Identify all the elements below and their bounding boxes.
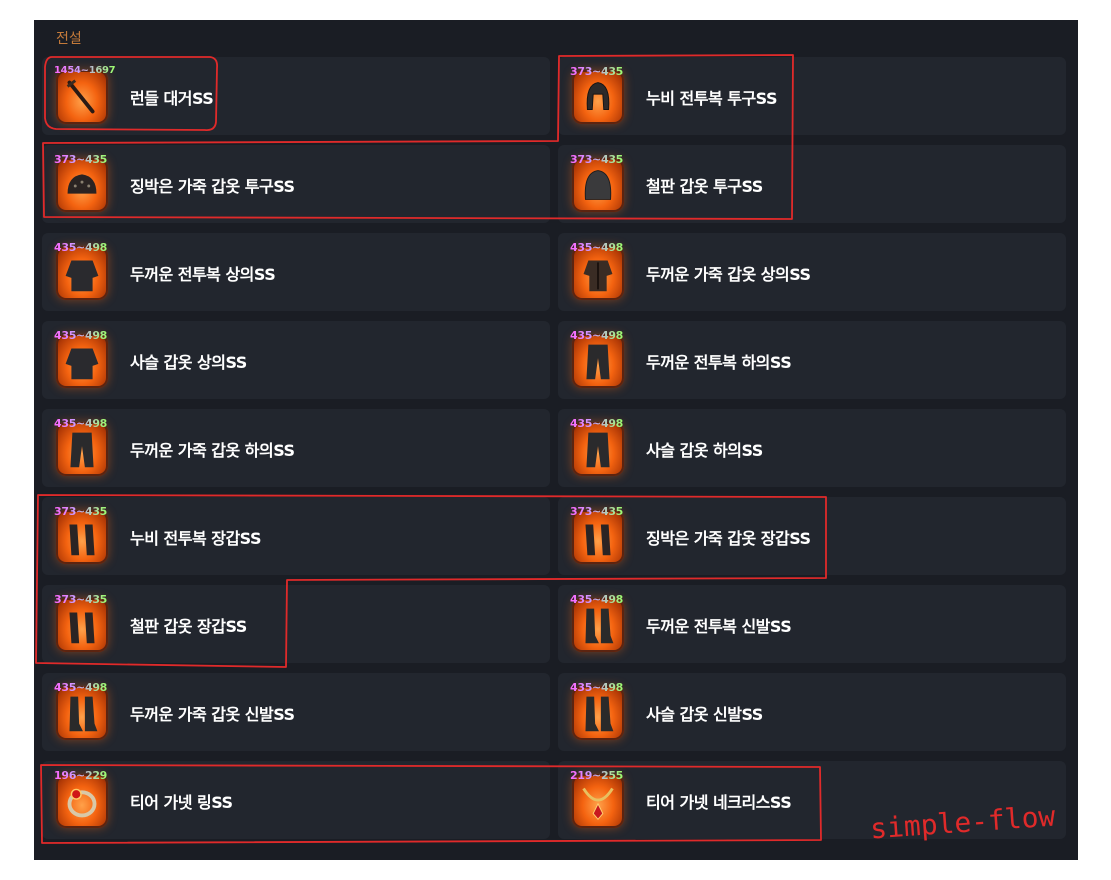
item-card[interactable]: 435~498 사슬 갑옷 신발SS — [558, 673, 1066, 751]
tunic-icon — [56, 246, 108, 300]
item-stat-range: 435~498 — [54, 241, 108, 254]
item-stat-range: 435~498 — [570, 593, 624, 606]
leather-armor-icon — [572, 246, 624, 300]
helmet-icon — [572, 70, 624, 124]
item-name: 징박은 가죽 갑옷 장갑SS — [646, 529, 811, 548]
item-stat-range: 373~435 — [570, 505, 624, 518]
item-name: 두꺼운 가죽 갑옷 신발SS — [130, 705, 295, 724]
studded-gloves-icon — [572, 510, 624, 564]
item-stat-range: 196~229 — [54, 769, 108, 782]
item-name: 누비 전투복 장갑SS — [130, 529, 262, 548]
item-stat-range: 1454~1697 — [54, 65, 116, 76]
item-stat-range: 435~498 — [54, 417, 108, 430]
item-card[interactable]: 373~435 철판 갑옷 투구SS — [558, 145, 1066, 223]
pants-icon — [572, 334, 624, 388]
item-name: 사슬 갑옷 상의SS — [130, 353, 247, 372]
item-card[interactable]: 435~498 두꺼운 전투복 상의SS — [42, 233, 550, 311]
item-stat-range: 219~255 — [570, 769, 624, 782]
gloves-icon — [56, 510, 108, 564]
item-card[interactable]: 435~498 사슬 갑옷 상의SS — [42, 321, 550, 399]
item-card[interactable]: 435~498 두꺼운 가죽 갑옷 신발SS — [42, 673, 550, 751]
item-name: 티어 가넷 링SS — [130, 793, 233, 812]
item-name: 두꺼운 전투복 신발SS — [646, 617, 792, 636]
item-card[interactable]: 1454~1697 런들 대거SS — [42, 57, 550, 135]
item-name: 철판 갑옷 투구SS — [646, 177, 763, 196]
item-card[interactable]: 435~498 두꺼운 가죽 갑옷 상의SS — [558, 233, 1066, 311]
item-name: 두꺼운 가죽 갑옷 상의SS — [646, 265, 811, 284]
item-name: 두꺼운 가죽 갑옷 하의SS — [130, 441, 295, 460]
item-card[interactable]: 373~435 누비 전투복 장갑SS — [42, 497, 550, 575]
item-name: 티어 가넷 네크리스SS — [646, 793, 792, 812]
leather-cap-icon — [56, 158, 108, 212]
item-card[interactable]: 373~435 철판 갑옷 장갑SS — [42, 585, 550, 663]
chain-boots-icon — [572, 686, 624, 740]
item-stat-range: 373~435 — [54, 153, 108, 166]
item-name: 두꺼운 전투복 상의SS — [130, 265, 276, 284]
item-stat-range: 435~498 — [54, 329, 108, 342]
boots-icon — [572, 598, 624, 652]
item-name: 사슬 갑옷 하의SS — [646, 441, 763, 460]
item-name: 사슬 갑옷 신발SS — [646, 705, 763, 724]
item-stat-range: 435~498 — [570, 241, 624, 254]
item-card[interactable]: 373~435 누비 전투복 투구SS — [558, 57, 1066, 135]
leather-boots-icon — [56, 686, 108, 740]
item-card[interactable]: 373~435 징박은 가죽 갑옷 투구SS — [42, 145, 550, 223]
item-stat-range: 373~435 — [54, 593, 108, 606]
item-name: 런들 대거SS — [130, 89, 214, 108]
item-card[interactable]: 435~498 사슬 갑옷 하의SS — [558, 409, 1066, 487]
item-card[interactable]: 373~435 징박은 가죽 갑옷 장갑SS — [558, 497, 1066, 575]
plate-helmet-icon — [572, 158, 624, 212]
plate-gloves-icon — [56, 598, 108, 652]
item-stat-range: 435~498 — [570, 329, 624, 342]
item-card[interactable]: 435~498 두꺼운 전투복 하의SS — [558, 321, 1066, 399]
item-stat-range: 435~498 — [570, 417, 624, 430]
item-name: 징박은 가죽 갑옷 투구SS — [130, 177, 295, 196]
item-name: 두꺼운 전투복 하의SS — [646, 353, 792, 372]
item-stat-range: 373~435 — [570, 65, 624, 78]
item-stat-range: 435~498 — [570, 681, 624, 694]
dagger-icon — [56, 70, 108, 124]
item-stat-range: 435~498 — [54, 681, 108, 694]
item-card[interactable]: 196~229 티어 가넷 링SS — [42, 761, 550, 839]
necklace-icon — [572, 774, 624, 828]
item-card[interactable]: 435~498 두꺼운 전투복 신발SS — [558, 585, 1066, 663]
item-list-panel: 전설 1454~1697 런들 대거SS 373~435 누비 전투복 투구SS 373… — [34, 20, 1078, 860]
leather-pants-icon — [56, 422, 108, 476]
ring-icon — [56, 774, 108, 828]
chain-armor-icon — [56, 334, 108, 388]
item-card[interactable]: 435~498 두꺼운 가죽 갑옷 하의SS — [42, 409, 550, 487]
item-stat-range: 373~435 — [54, 505, 108, 518]
item-name: 누비 전투복 투구SS — [646, 89, 778, 108]
section-title: 전설 — [56, 31, 82, 47]
item-name: 철판 갑옷 장갑SS — [130, 617, 247, 636]
item-stat-range: 373~435 — [570, 153, 624, 166]
chain-pants-icon — [572, 422, 624, 476]
